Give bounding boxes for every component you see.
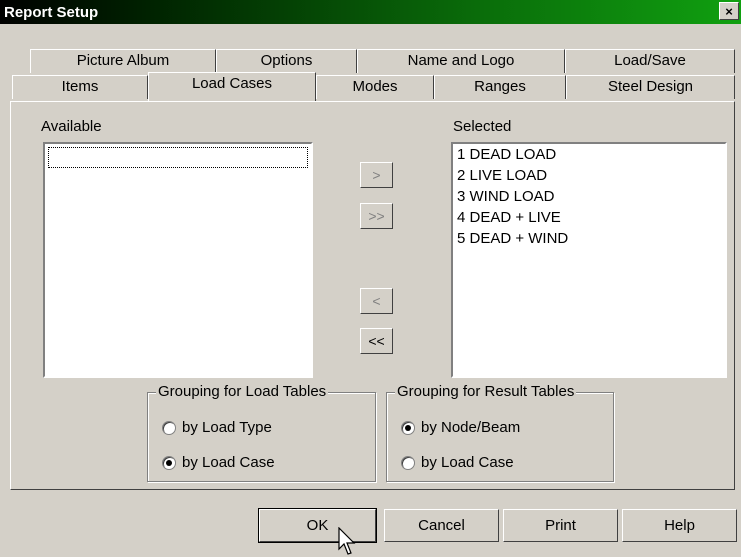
tab-label: Load/Save	[614, 52, 686, 69]
tab-label: Name and Logo	[407, 52, 515, 69]
close-icon: ×	[725, 4, 733, 19]
radio-button[interactable]	[162, 421, 176, 435]
add-all-button[interactable]: >>	[360, 203, 393, 229]
radio-selected-dot	[166, 460, 172, 466]
close-button[interactable]: ×	[719, 2, 739, 20]
window-title: Report Setup	[4, 4, 99, 21]
remove-all-button[interactable]: <<	[360, 328, 393, 354]
tab-label: Load Cases	[191, 75, 273, 92]
group-title: Grouping for Load Tables	[156, 383, 329, 400]
print-button[interactable]: Print	[503, 509, 618, 542]
focus-rectangle	[48, 147, 308, 168]
tab-load-cases[interactable]: Load Cases	[148, 72, 316, 101]
remove-button[interactable]: <	[360, 288, 393, 314]
available-label: Available	[41, 118, 102, 135]
list-item[interactable]: 1 DEAD LOAD	[453, 144, 725, 165]
radio-label: by Load Case	[421, 454, 514, 471]
title-bar: Report Setup ×	[0, 0, 741, 24]
tab-picture-album[interactable]: Picture Album	[30, 49, 216, 73]
selected-label: Selected	[453, 118, 512, 135]
tab-options[interactable]: Options	[216, 49, 357, 73]
tab-steel-design[interactable]: Steel Design	[566, 75, 735, 99]
tab-label: Options	[260, 52, 313, 69]
radio-label: by Load Case	[182, 454, 275, 471]
add-button[interactable]: >	[360, 162, 393, 188]
tab-label: Modes	[352, 78, 398, 95]
group-title: Grouping for Result Tables	[395, 383, 577, 400]
mouse-pointer-icon	[338, 527, 356, 555]
selected-list[interactable]: 1 DEAD LOAD 2 LIVE LOAD 3 WIND LOAD 4 DE…	[451, 142, 727, 378]
radio-button[interactable]	[401, 456, 415, 470]
tab-ranges[interactable]: Ranges	[434, 75, 566, 99]
tab-panel: Available Selected 1 DEAD LOAD 2 LIVE LO…	[10, 101, 735, 490]
list-item[interactable]: 5 DEAD + WIND	[453, 228, 725, 249]
tab-load-save[interactable]: Load/Save	[565, 49, 735, 73]
grouping-load-tables-group: Grouping for Load Tables by Load Type by…	[147, 383, 376, 482]
radio-button[interactable]	[401, 421, 415, 435]
grouping-result-tables-group: Grouping for Result Tables by Node/Beam …	[386, 383, 614, 482]
tab-label: Ranges	[474, 78, 526, 95]
list-item[interactable]: 4 DEAD + LIVE	[453, 207, 725, 228]
tab-label: Picture Album	[76, 52, 170, 69]
cancel-button[interactable]: Cancel	[384, 509, 499, 542]
radio-button[interactable]	[162, 456, 176, 470]
tab-name-and-logo[interactable]: Name and Logo	[357, 49, 565, 73]
radio-selected-dot	[405, 425, 411, 431]
available-list[interactable]	[43, 142, 313, 378]
list-item[interactable]: 3 WIND LOAD	[453, 186, 725, 207]
tab-label: Steel Design	[607, 78, 694, 95]
tab-items[interactable]: Items	[12, 75, 148, 99]
radio-label: by Load Type	[182, 419, 272, 436]
list-item[interactable]: 2 LIVE LOAD	[453, 165, 725, 186]
help-button[interactable]: Help	[622, 509, 737, 542]
radio-label: by Node/Beam	[421, 419, 521, 436]
tab-modes[interactable]: Modes	[316, 75, 434, 99]
tab-label: Items	[61, 78, 99, 95]
